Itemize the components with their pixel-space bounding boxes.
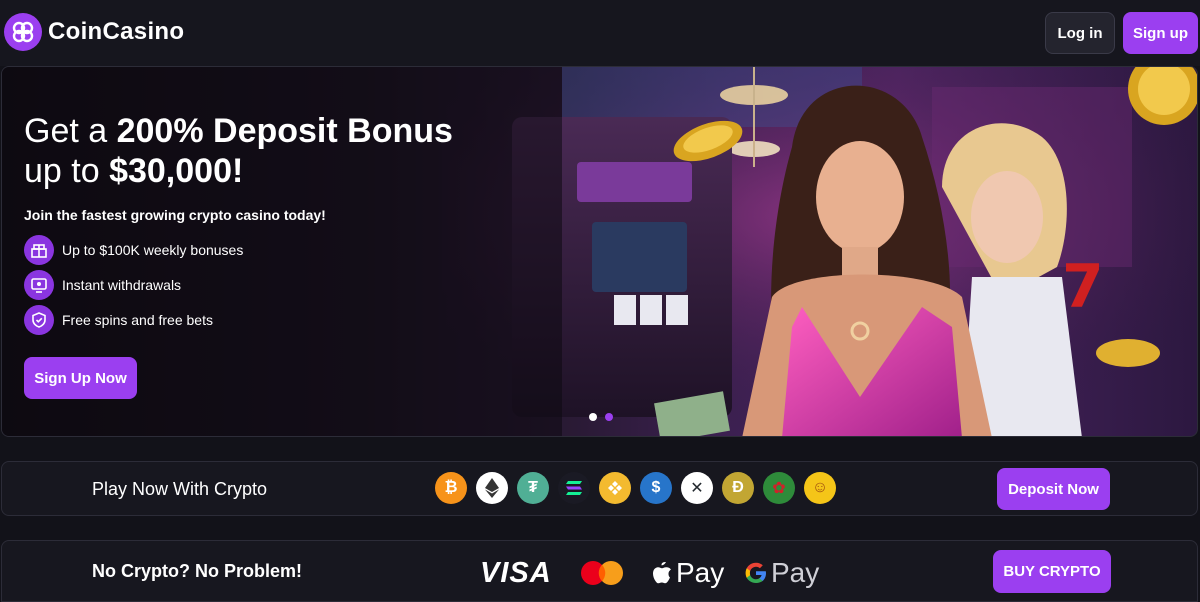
buy-crypto-button[interactable]: BUY CRYPTO	[993, 550, 1111, 593]
google-pay-text: Pay	[771, 557, 820, 588]
fiat-bar-label: No Crypto? No Problem!	[92, 561, 302, 581]
hero-signup-button[interactable]: Sign Up Now	[24, 357, 137, 399]
site-header: CoinCasino Log in Sign up	[0, 0, 1200, 66]
carousel-dot-1[interactable]	[589, 413, 597, 421]
solana-icon	[558, 472, 590, 504]
brand-name: CoinCasino	[48, 18, 185, 45]
visa-logo-icon: VISA	[480, 557, 552, 589]
rose-token-icon: ✿	[763, 472, 795, 504]
crypto-payments-bar: Play Now With Crypto ₿ ₮ $ ✕ Ð ✿ ☺ Depos…	[1, 461, 1198, 516]
carousel-dot-2-active[interactable]	[605, 413, 613, 421]
bitcoin-icon: ₿	[435, 472, 467, 504]
signup-button[interactable]: Sign up	[1123, 12, 1198, 54]
hero-title-bonus: 200% Deposit Bonus	[116, 112, 453, 150]
ethereum-icon	[476, 472, 508, 504]
hero-title-line2-prefix: up to	[24, 152, 110, 190]
feature-item-bonuses: Up to $100K weekly bonuses	[24, 235, 243, 265]
hero-banner: 7 Get a 200% Deposit Bonus up to $30,000…	[1, 66, 1198, 437]
dogecoin-icon: Ð	[722, 472, 754, 504]
feature-text: Instant withdrawals	[62, 277, 182, 293]
usdc-icon: $	[640, 472, 672, 504]
feature-text: Up to $100K weekly bonuses	[62, 242, 244, 258]
login-button[interactable]: Log in	[1045, 12, 1115, 54]
bonus-icon	[24, 235, 54, 265]
apple-pay-text: Pay	[676, 557, 725, 588]
bnb-icon	[599, 472, 631, 504]
feature-item-free-spins: Free spins and free bets	[24, 305, 213, 335]
mastercard-logo-icon	[580, 560, 624, 586]
coincasino-logo-icon	[4, 13, 42, 51]
apple-pay-logo-icon: Pay	[652, 557, 724, 589]
svg-text:7: 7	[1062, 252, 1104, 322]
google-pay-logo-icon: Pay	[744, 557, 819, 589]
hero-title-prefix: Get a	[24, 112, 117, 150]
deposit-now-button[interactable]: Deposit Now	[997, 468, 1110, 510]
withdrawal-icon	[24, 270, 54, 300]
tether-icon: ₮	[517, 472, 549, 504]
brand-logo[interactable]: CoinCasino	[4, 13, 184, 51]
xrp-icon: ✕	[681, 472, 713, 504]
crypto-coin-list: ₿ ₮ $ ✕ Ð ✿ ☺	[435, 472, 845, 504]
hero-title: Get a 200% Deposit Bonus up to $30,000!	[24, 111, 544, 191]
hero-title-amount: $30,000!	[109, 152, 244, 190]
feature-item-withdrawals: Instant withdrawals	[24, 270, 181, 300]
feature-text: Free spins and free bets	[62, 312, 213, 328]
crypto-bar-label: Play Now With Crypto	[92, 479, 268, 499]
hero-subtitle: Join the fastest growing crypto casino t…	[24, 207, 326, 223]
shiba-icon: ☺	[804, 472, 836, 504]
shield-icon	[24, 305, 54, 335]
fiat-payments-bar: No Crypto? No Problem! VISA Pay Pay BUY …	[1, 540, 1198, 602]
